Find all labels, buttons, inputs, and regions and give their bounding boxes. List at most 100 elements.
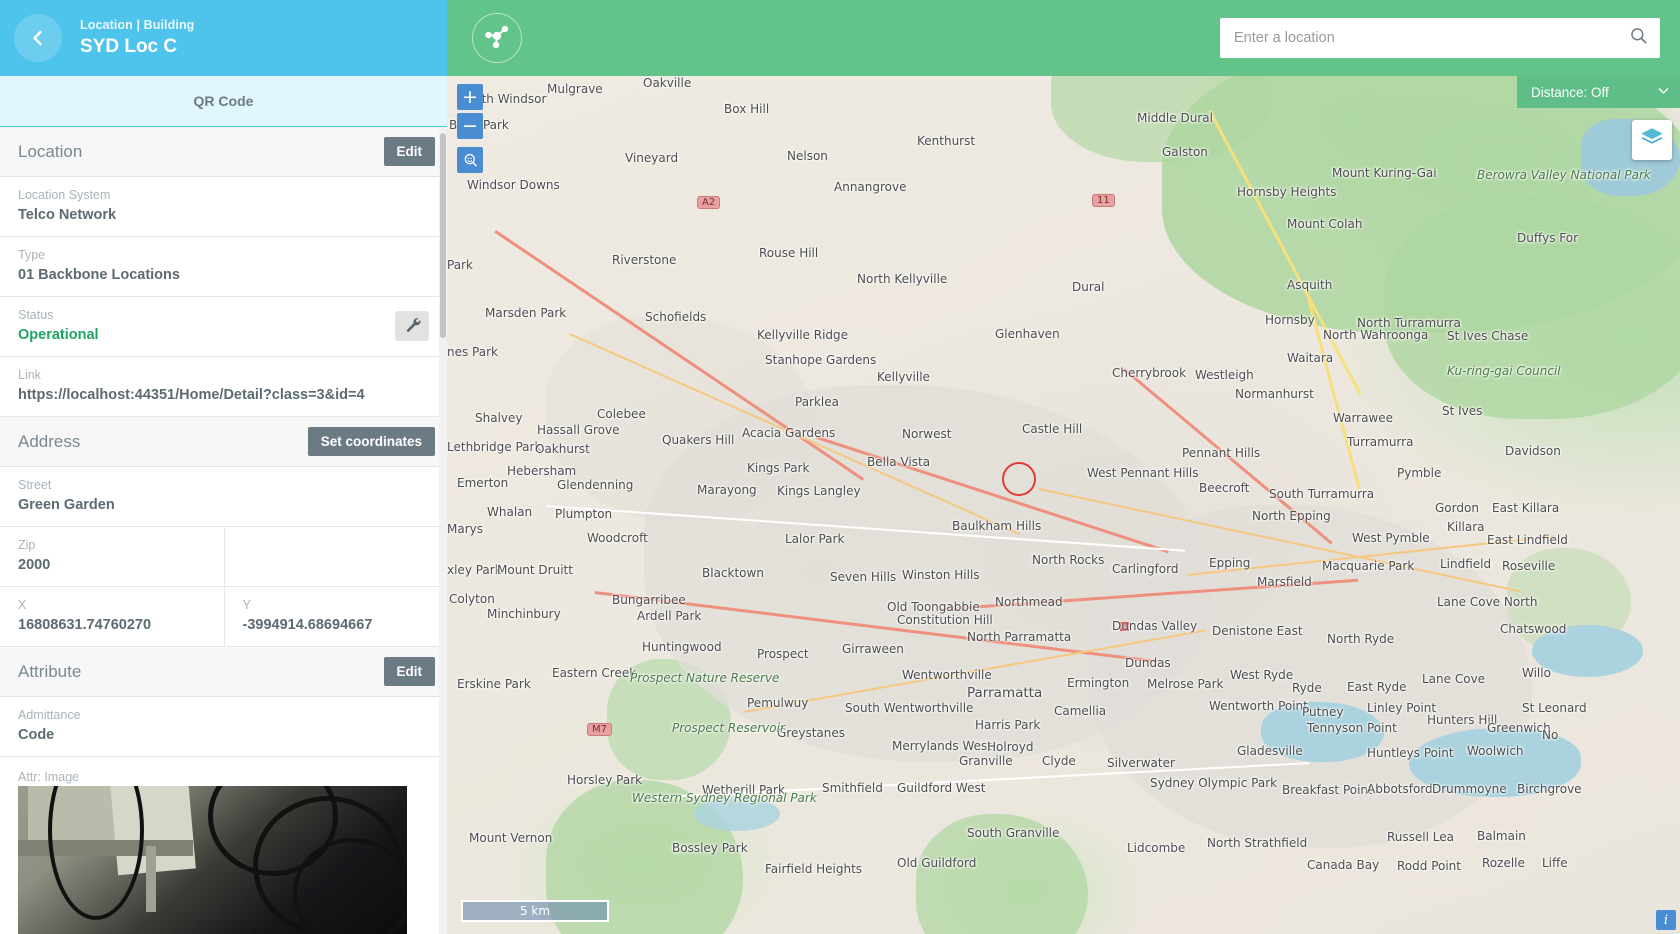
distance-dropdown-label: Distance: Off	[1531, 84, 1609, 100]
section-header-location: Location Edit	[0, 127, 447, 177]
map-label: Kellyville	[877, 370, 930, 384]
map-label: West Ryde	[1230, 668, 1294, 682]
map-label: Eastern Creek	[552, 666, 637, 680]
map-label: Kings Langley	[777, 484, 861, 498]
map-label: Bungarribee	[612, 593, 686, 607]
map-label: Pemulwuy	[747, 696, 809, 710]
sidebar-scrollbar-track[interactable]	[439, 127, 447, 934]
back-button[interactable]	[14, 14, 62, 62]
map-label: Norwest	[902, 427, 952, 441]
field-y: Y -3994914.68694667	[223, 587, 448, 646]
cabinet-cables-photo[interactable]	[18, 786, 407, 934]
map-label: Riverstone	[612, 253, 677, 267]
find-location-icon[interactable]	[457, 147, 483, 173]
tab-qr-code[interactable]: QR Code	[0, 76, 447, 127]
map-label: Huntingwood	[642, 640, 722, 654]
map-label: Chatswood	[1500, 622, 1567, 636]
map-label: Lalor Park	[785, 532, 845, 546]
section-header-address: Address Set coordinates	[0, 417, 447, 467]
map-label: North Strathfield	[1207, 836, 1308, 850]
map-label: Killara	[1447, 520, 1485, 534]
field-value: 01 Backbone Locations	[18, 267, 180, 283]
map-label: Marsden Park	[485, 306, 567, 320]
sidebar-scroll-area: Location Edit Location System Telco Netw…	[0, 127, 447, 934]
map-label: Parramatta	[967, 685, 1043, 701]
map-label: Kings Park	[747, 461, 810, 475]
map-label: Dural	[1072, 280, 1105, 294]
selected-location-marker[interactable]	[1002, 462, 1036, 496]
map-label: Duffys For	[1517, 231, 1579, 245]
map-label: Dundas	[1125, 656, 1171, 670]
map-label: South Turramurra	[1269, 487, 1375, 501]
map-label: Minchinbury	[487, 607, 561, 621]
map-label: Windsor Downs	[467, 178, 560, 192]
network-view-button[interactable]	[472, 13, 522, 63]
map-label: Hornsby	[1265, 313, 1315, 327]
map-label: Drummoyne	[1432, 782, 1507, 796]
map-canvas[interactable]: + − Distance: Off 5 km i South Windsor M…	[447, 76, 1680, 934]
map-label: Old Guildford	[897, 856, 977, 870]
map-label: Prospect	[757, 647, 809, 661]
map-label: Canada Bay	[1307, 858, 1380, 872]
map-label: Turramurra	[1347, 435, 1414, 449]
map-label: Dundas Valley	[1112, 619, 1198, 633]
map-label: Kenthurst	[917, 134, 976, 148]
status-wrench-button[interactable]	[395, 310, 429, 341]
field-value: Green Garden	[18, 497, 115, 513]
field-label: Y	[242, 598, 251, 612]
map-label: Winston Hills	[902, 568, 980, 582]
field-value: Code	[18, 727, 55, 743]
map-label: Melrose Park	[1147, 677, 1224, 691]
map-label: Silverwater	[1107, 756, 1175, 770]
map-label: Fairfield Heights	[765, 862, 863, 876]
map-label: East Killara	[1492, 501, 1560, 515]
map-label: Hassall Grove	[537, 423, 620, 437]
set-coordinates-button[interactable]: Set coordinates	[307, 427, 435, 456]
sidebar-scrollbar-thumb[interactable]	[440, 133, 446, 338]
map-label: Galston	[1162, 145, 1208, 159]
field-attr-image: Attr: Image	[0, 757, 447, 934]
map-label: xley Park	[447, 563, 502, 577]
map-label: Middle Dural	[1137, 111, 1213, 125]
map-label: Clyde	[1042, 754, 1076, 768]
map-label: Vineyard	[625, 151, 679, 165]
map-label: Annangrove	[834, 180, 907, 194]
edit-attribute-button[interactable]: Edit	[383, 657, 435, 686]
section-header-attribute: Attribute Edit	[0, 647, 447, 697]
app-root: Location | Building SYD Loc C QR Code Lo…	[0, 0, 1680, 934]
zoom-in-button[interactable]: +	[457, 84, 483, 110]
map-label: Castle Hill	[1022, 422, 1083, 436]
field-street: Street Green Garden	[0, 467, 447, 527]
distance-dropdown[interactable]: Distance: Off	[1517, 76, 1680, 108]
map-label: Mulgrave	[547, 82, 603, 96]
map-label: M7	[587, 723, 612, 736]
map-label: Colyton	[449, 592, 495, 606]
zoom-out-button[interactable]: −	[457, 113, 483, 139]
map-info-button[interactable]: i	[1656, 910, 1676, 930]
map-layers-button[interactable]	[1632, 120, 1672, 160]
field-label: Location System	[18, 188, 111, 202]
section-title-attribute: Attribute	[18, 661, 82, 681]
map-label: Wentworthville	[902, 668, 992, 682]
map-label: Nelson	[787, 149, 828, 163]
map-label: Holroyd	[987, 740, 1034, 754]
field-label: X	[18, 598, 27, 612]
map-label: Russell Lea	[1387, 830, 1454, 844]
map-label: Lidcombe	[1127, 841, 1186, 855]
map-label: Liffe	[1542, 856, 1568, 870]
map-label: Gordon	[1435, 501, 1479, 515]
detail-sidebar: Location | Building SYD Loc C QR Code Lo…	[0, 0, 447, 934]
map-label: Western Sydney Regional Park	[632, 791, 817, 805]
field-label: Zip	[18, 538, 36, 552]
field-value: 16808631.74760270	[18, 617, 152, 633]
map-label: Willo	[1522, 666, 1551, 680]
field-value-link[interactable]: https://localhost:44351/Home/Detail?clas…	[18, 387, 429, 403]
search-input[interactable]	[1220, 18, 1660, 58]
map-label: Oakhurst	[535, 442, 590, 456]
field-label: Admittance	[18, 708, 81, 722]
map-label: Normanhurst	[1235, 387, 1314, 401]
map-panel: + − Distance: Off	[447, 0, 1680, 934]
map-label: Shalvey	[475, 411, 523, 425]
map-label: Balmain	[1477, 829, 1526, 843]
edit-location-button[interactable]: Edit	[383, 137, 435, 166]
